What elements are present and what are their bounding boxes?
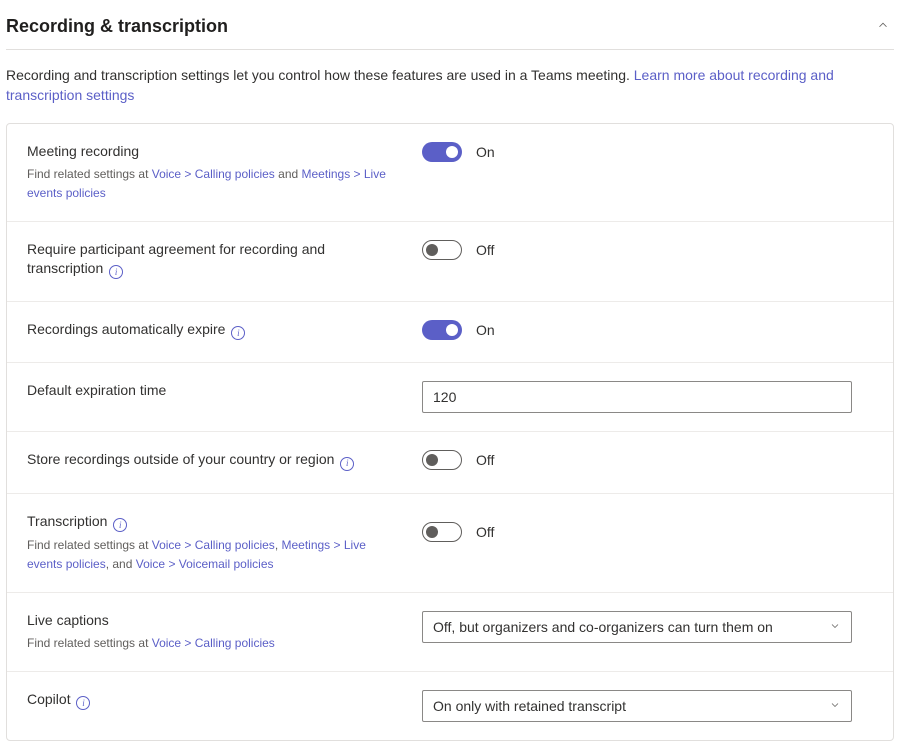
and-word: and [275,167,302,181]
setting-title: Require participant agreement for record… [27,240,402,279]
info-icon[interactable]: i [109,265,123,279]
setting-require-agreement: Require participant agreement for record… [7,222,893,302]
chevron-up-icon [876,19,890,35]
setting-control: Off [422,512,873,542]
toggle-thumb [446,324,458,336]
section-description: Recording and transcription settings let… [6,50,894,123]
setting-subtext: Find related settings at Voice > Calling… [27,536,402,574]
select-value: Off, but organizers and co-organizers ca… [433,619,773,635]
collapse-section-button[interactable] [872,14,894,39]
toggle-state-label: On [476,144,495,160]
toggle-state-label: Off [476,452,494,468]
chevron-down-icon [829,619,841,635]
require-agreement-toggle[interactable] [422,240,462,260]
toggle-thumb [426,526,438,538]
setting-title: Meeting recording [27,142,402,161]
setting-title: Copilot i [27,690,402,710]
setting-store-outside: Store recordings outside of your country… [7,432,893,493]
info-icon[interactable]: i [340,457,354,471]
toggle-wrap: Off [422,240,494,260]
transcription-toggle[interactable] [422,522,462,542]
setting-label-area: Recordings automatically expire i [27,320,422,344]
live-captions-select[interactable]: Off, but organizers and co-organizers ca… [422,611,852,643]
setting-live-captions: Live captions Find related settings at V… [7,593,893,672]
copilot-select[interactable]: On only with retained transcript [422,690,852,722]
setting-label-area: Copilot i [27,690,422,714]
setting-default-expiration: Default expiration time [7,363,893,432]
description-text: Recording and transcription settings let… [6,67,634,83]
voice-calling-policies-link[interactable]: Voice > Calling policies [152,636,275,650]
toggle-wrap: Off [422,450,494,470]
meeting-recording-toggle[interactable] [422,142,462,162]
related-prefix: Find related settings at [27,167,152,181]
toggle-wrap: Off [422,512,494,542]
toggle-state-label: Off [476,242,494,258]
setting-label-area: Transcription i Find related settings at… [27,512,422,574]
related-prefix: Find related settings at [27,538,152,552]
setting-label-area: Require participant agreement for record… [27,240,422,283]
setting-control: Off [422,450,873,470]
toggle-state-label: On [476,322,495,338]
related-prefix: Find related settings at [27,636,152,650]
info-icon[interactable]: i [113,518,127,532]
setting-copilot: Copilot i On only with retained transcri… [7,672,893,740]
toggle-wrap: On [422,142,495,162]
setting-label-area: Default expiration time [27,381,422,404]
toggle-state-label: Off [476,524,494,540]
setting-title-text: Copilot [27,691,71,707]
toggle-thumb [426,454,438,466]
setting-control: On [422,320,873,340]
info-icon[interactable]: i [76,696,90,710]
toggle-wrap: On [422,320,495,340]
setting-subtext: Find related settings at Voice > Calling… [27,634,402,653]
setting-control [422,381,873,413]
setting-control: Off [422,240,873,260]
setting-subtext: Find related settings at Voice > Calling… [27,165,402,203]
setting-meeting-recording: Meeting recording Find related settings … [7,124,893,222]
setting-control: On only with retained transcript [422,690,873,722]
setting-label-area: Store recordings outside of your country… [27,450,422,474]
voice-calling-policies-link[interactable]: Voice > Calling policies [152,167,275,181]
section-header: Recording & transcription [6,6,894,50]
setting-title-text: Recordings automatically expire [27,321,225,337]
comma-and: , and [106,557,136,571]
store-outside-toggle[interactable] [422,450,462,470]
voice-calling-policies-link[interactable]: Voice > Calling policies [152,538,275,552]
chevron-down-icon [829,698,841,714]
setting-title: Transcription i [27,512,402,532]
setting-title: Recordings automatically expire i [27,320,402,340]
toggle-thumb [426,244,438,256]
settings-panel: Meeting recording Find related settings … [6,123,894,741]
setting-title-text: Transcription [27,513,107,529]
setting-title-text: Store recordings outside of your country… [27,451,334,467]
auto-expire-toggle[interactable] [422,320,462,340]
toggle-thumb [446,146,458,158]
setting-title-text: Require participant agreement for record… [27,241,325,276]
setting-title: Store recordings outside of your country… [27,450,402,470]
setting-control: On [422,142,873,162]
setting-title: Default expiration time [27,381,402,400]
setting-control: Off, but organizers and co-organizers ca… [422,611,873,643]
setting-title: Live captions [27,611,402,630]
setting-auto-expire: Recordings automatically expire i On [7,302,893,363]
setting-label-area: Live captions Find related settings at V… [27,611,422,653]
info-icon[interactable]: i [231,326,245,340]
default-expiration-input[interactable] [422,381,852,413]
voice-voicemail-link[interactable]: Voice > Voicemail policies [136,557,274,571]
select-value: On only with retained transcript [433,698,626,714]
section-title: Recording & transcription [6,16,228,37]
setting-transcription: Transcription i Find related settings at… [7,494,893,593]
setting-label-area: Meeting recording Find related settings … [27,142,422,203]
